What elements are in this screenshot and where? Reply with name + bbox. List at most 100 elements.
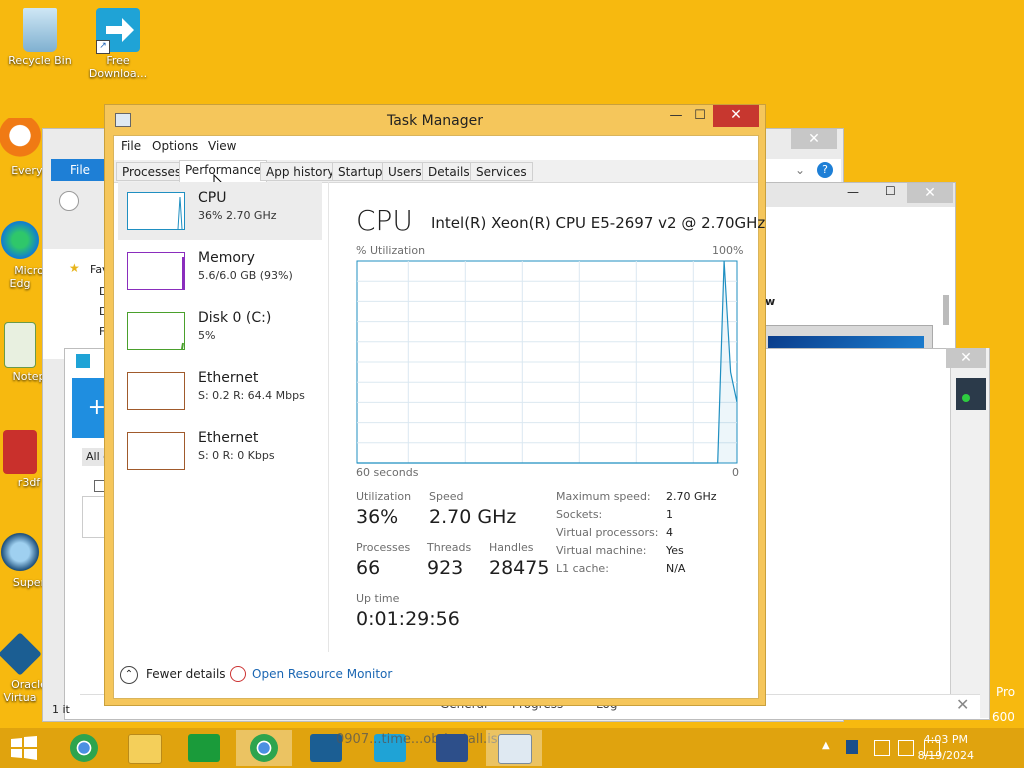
tab-app-history[interactable]: App history xyxy=(260,162,341,181)
resource-ethernet-2[interactable]: Ethernet S: 0 R: 0 Kbps xyxy=(118,422,322,480)
panel-title: CPU xyxy=(356,204,413,237)
help-icon[interactable]: ? xyxy=(817,162,833,178)
resource-ethernet-1[interactable]: Ethernet S: 0.2 R: 64.4 Mbps xyxy=(118,362,322,420)
taskbar: 0907...time...ob-install.iso ▲ 4:03 PM 8… xyxy=(0,728,1024,768)
installer-logo-icon xyxy=(76,354,90,368)
spec-value: 4 xyxy=(666,526,673,539)
tab-users[interactable]: Users xyxy=(382,162,428,181)
cpu-thumbnail-graph xyxy=(127,192,185,230)
fewer-details-label: Fewer details xyxy=(146,667,226,681)
spec-label: Virtual processors: xyxy=(556,526,659,539)
spec-label: Maximum speed: xyxy=(556,490,651,503)
pro-number: 600 xyxy=(992,710,1015,724)
tab-details[interactable]: Details xyxy=(422,162,476,181)
desktop-icon-label: Everyt xyxy=(11,164,47,177)
right-scrollbar[interactable] xyxy=(943,295,949,325)
chevron-up-icon: ⌃ xyxy=(120,666,138,684)
ethernet-thumbnail-graph xyxy=(127,432,185,470)
uptime-value: 0:01:29:56 xyxy=(356,608,460,630)
resource-detail: 5% xyxy=(198,329,216,342)
tab-startup[interactable]: Startup xyxy=(332,162,389,181)
menu-options[interactable]: Options xyxy=(152,139,198,153)
resource-monitor-icon xyxy=(230,666,246,682)
menu-view[interactable]: View xyxy=(208,139,236,153)
tab-services[interactable]: Services xyxy=(470,162,533,181)
menu-file[interactable]: File xyxy=(121,139,141,153)
speed-value: 2.70 GHz xyxy=(429,506,517,528)
notepad-icon xyxy=(4,322,36,368)
processes-label: Processes xyxy=(356,541,411,554)
chrome-icon xyxy=(250,734,278,762)
resource-name: Ethernet xyxy=(198,430,259,446)
installer-list-row[interactable] xyxy=(82,496,106,538)
resource-memory[interactable]: Memory 5.6/6.0 GB (93%) xyxy=(118,242,322,300)
desktop-icon-label: r3df xyxy=(17,476,41,489)
threads-label: Threads xyxy=(427,541,472,554)
footer-bar: ⌃ Fewer details Open Resource Monitor xyxy=(114,652,758,698)
clock-date: 8/19/2024 xyxy=(917,749,974,762)
virtualbox-icon xyxy=(0,632,42,676)
desktop-icon-label: Super xyxy=(12,576,46,589)
resource-detail: 5.6/6.0 GB (93%) xyxy=(198,269,293,282)
desktop-icon-free-download-manager[interactable]: ↗ Free Downloa... xyxy=(82,8,154,80)
threads-value: 923 xyxy=(427,557,464,579)
store-icon xyxy=(188,734,220,762)
taskbar-app-file-explorer[interactable] xyxy=(116,730,172,766)
graph-time-label: 60 seconds xyxy=(356,466,419,479)
network-icon[interactable] xyxy=(898,740,914,756)
resource-disk[interactable]: Disk 0 (C:) 5% xyxy=(118,302,322,360)
task-manager-client: File Options View Processes Performance … xyxy=(113,135,765,699)
taskbar-overlay-text: 0907...time...ob-install.iso xyxy=(336,732,506,747)
close-button[interactable]: ✕ xyxy=(713,105,759,127)
close-icon[interactable]: ✕ xyxy=(956,695,969,714)
edge-icon xyxy=(0,218,42,262)
explorer-close-button[interactable]: ✕ xyxy=(791,129,837,149)
maximize-button[interactable]: ☐ xyxy=(685,105,715,127)
uptime-label: Up time xyxy=(356,592,400,605)
desktop-icon-recycle-bin[interactable]: Recycle Bin xyxy=(4,8,76,67)
desktop-icon-label: Recycle Bin xyxy=(8,54,72,67)
everything-search-icon xyxy=(0,118,42,162)
desktop-icon-label: Notep xyxy=(12,370,46,383)
taskbar-app-chrome[interactable] xyxy=(56,730,112,766)
cpu-utilization-graph xyxy=(356,260,738,464)
start-button[interactable] xyxy=(10,736,38,760)
resource-detail: S: 0 R: 0 Kbps xyxy=(198,449,275,462)
winaero-8-icon xyxy=(436,734,468,762)
processes-value: 66 xyxy=(356,557,381,579)
resource-name: CPU xyxy=(198,190,227,206)
resource-cpu[interactable]: CPU 36% 2.70 GHz xyxy=(118,182,322,240)
task-manager-window: Task Manager — ☐ ✕ File Options View Pro… xyxy=(104,104,766,706)
shortcut-arrow-icon: ↗ xyxy=(96,40,110,54)
explorer-back-button[interactable] xyxy=(59,191,79,211)
windows-logo-icon xyxy=(11,736,37,760)
taskbar-app-winaero-8[interactable] xyxy=(424,730,480,766)
show-hidden-icons-chevron-icon[interactable]: ▲ xyxy=(822,740,830,751)
resource-name: Ethernet xyxy=(198,370,259,386)
installer-close-button[interactable]: ✕ xyxy=(946,348,986,368)
task-manager-titlebar[interactable]: Task Manager — ☐ ✕ xyxy=(105,105,765,135)
right-window-close-button[interactable]: ✕ xyxy=(907,183,953,203)
memory-thumbnail-graph xyxy=(127,252,185,290)
speed-label: Speed xyxy=(429,490,464,503)
minimize-icon[interactable]: — xyxy=(847,185,859,199)
spec-label: Virtual machine: xyxy=(556,544,647,557)
maximize-icon[interactable]: ☐ xyxy=(885,184,896,198)
resource-detail: S: 0.2 R: 64.4 Mbps xyxy=(198,389,305,402)
taskbar-app-store[interactable] xyxy=(176,730,232,766)
tab-processes[interactable]: Processes xyxy=(116,162,188,181)
explorer-file-tab[interactable]: File xyxy=(51,159,109,181)
explorer-nav-pane: ★ Fav D D F xyxy=(43,249,109,359)
system-clock[interactable]: 4:03 PM 8/19/2024 xyxy=(918,732,974,764)
installer-add-button[interactable]: + xyxy=(72,378,106,438)
spec-value: N/A xyxy=(666,562,686,575)
taskbar-app-chrome-2[interactable] xyxy=(236,730,292,766)
desktop-icon-label: Free Downloa... xyxy=(88,54,148,80)
chevron-down-icon[interactable]: ⌄ xyxy=(795,163,805,177)
cpu-model: Intel(R) Xeon(R) CPU E5-2697 v2 @ 2.70GH… xyxy=(431,214,766,232)
network-error-icon[interactable] xyxy=(874,740,890,756)
action-center-icon[interactable] xyxy=(846,740,858,754)
taskbar-app-task-manager[interactable] xyxy=(486,730,542,766)
installer-status-text: 1 it xyxy=(52,703,70,716)
file-explorer-icon xyxy=(128,734,162,764)
